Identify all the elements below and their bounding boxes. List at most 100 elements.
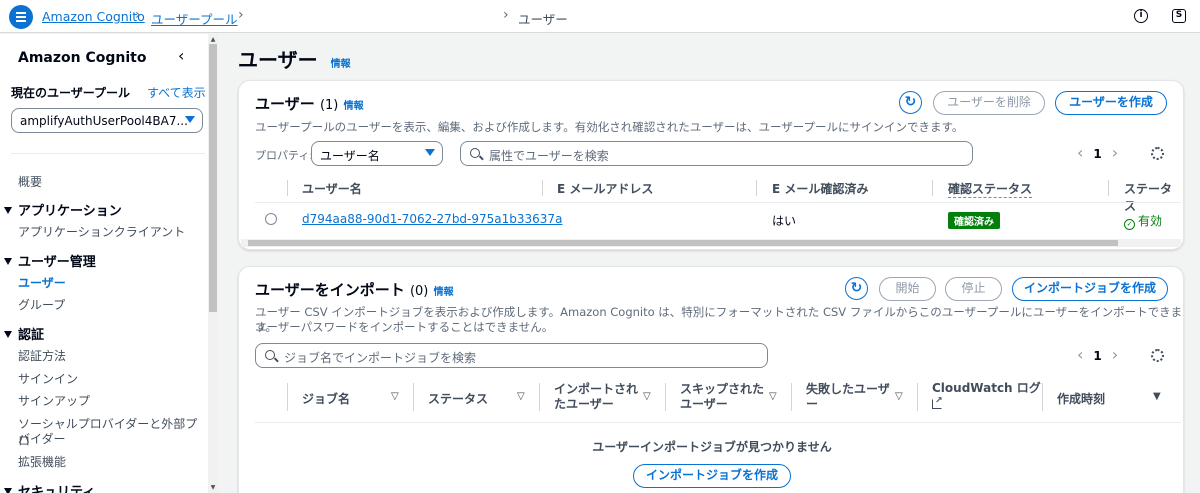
sidebar-section-label: セキュリティ [18, 485, 96, 493]
column-header-job-name[interactable]: ジョブ名 [302, 390, 350, 407]
sidebar-divider [11, 153, 205, 154]
sort-descending-icon[interactable]: ▼ [1153, 391, 1161, 402]
gear-icon[interactable] [1151, 147, 1164, 160]
chevron-left-icon[interactable]: ‹ [1077, 143, 1083, 162]
breadcrumb-user-pools[interactable]: ユーザープール [151, 9, 238, 28]
search-icon [265, 350, 275, 360]
breadcrumb-amazon-cognito[interactable]: Amazon Cognito [42, 9, 145, 24]
chevron-left-icon[interactable]: ‹ [1077, 345, 1083, 364]
sidebar-item-extensions[interactable]: 拡張機能 [18, 453, 66, 470]
show-all-link[interactable]: すべて表示 [147, 84, 206, 101]
import-page-number[interactable]: 1 [1093, 349, 1101, 363]
collapse-sidebar-icon[interactable]: ‹ [178, 46, 184, 65]
column-header-status[interactable]: ステータス [1124, 180, 1183, 214]
column-separator [542, 180, 543, 196]
import-pagination: ‹ 1 › [1077, 345, 1118, 364]
column-header-cloudwatch[interactable]: CloudWatch ログ ↗ [932, 380, 1041, 414]
chevron-right-icon[interactable]: › [1112, 143, 1118, 162]
column-header-username[interactable]: ユーザー名 [302, 180, 362, 197]
settings-shield-icon[interactable]: S [1172, 9, 1186, 23]
import-panel-title: ユーザーをインポート (0) 情報 [255, 279, 454, 300]
users-count: (1) [319, 98, 339, 113]
column-header-imported[interactable]: インポートされ たユーザー [554, 382, 638, 412]
sort-caret-icon[interactable]: ▽ [391, 391, 399, 402]
sidebar-section-auth[interactable]: 認証 [4, 324, 44, 343]
delete-user-button[interactable]: ユーザーを削除 [933, 91, 1045, 115]
sidebar-item-social-idp-line2[interactable]: バイダー [18, 430, 66, 447]
page-title-text: ユーザー [238, 48, 318, 72]
horizontal-scrollbar-thumb[interactable] [248, 240, 1118, 246]
column-separator [287, 383, 288, 411]
sidebar-section-label: ユーザー管理 [18, 255, 96, 270]
row-select-radio[interactable] [265, 213, 277, 225]
info-circle-icon[interactable]: i [1134, 9, 1148, 23]
sidebar-scrollbar-thumb[interactable] [209, 44, 217, 312]
user-search-placeholder: 属性でユーザーを検索 [489, 149, 609, 163]
users-page-number[interactable]: 1 [1093, 147, 1101, 161]
breadcrumb-current: ユーザー [518, 12, 568, 27]
create-user-button[interactable]: ユーザーを作成 [1055, 91, 1167, 115]
sort-caret-icon[interactable]: ▽ [895, 391, 903, 402]
scroll-down-arrow-icon[interactable]: ▼ [209, 484, 217, 491]
sidebar-title[interactable]: Amazon Cognito [18, 50, 146, 66]
caret-down-icon [4, 258, 12, 265]
stop-import-button[interactable]: 停止 [945, 277, 1002, 301]
column-header-skipped[interactable]: スキップされた ユーザー [680, 382, 764, 412]
refresh-import-jobs-icon[interactable]: ↻ [845, 277, 868, 300]
column-header-line: ユーザー [680, 397, 728, 411]
external-link-icon: ↗ [932, 397, 943, 409]
check-circle-icon: ✓ [1124, 219, 1135, 230]
sidebar-item-users[interactable]: ユーザー [18, 274, 66, 291]
column-separator [791, 383, 792, 411]
column-header-failed[interactable]: 失敗したユーザー [806, 382, 890, 412]
column-header-status[interactable]: ステータス [428, 390, 488, 407]
import-job-search-input[interactable]: ジョブ名でインポートジョブを検索 [255, 343, 768, 368]
sidebar-item-auth-methods[interactable]: 認証方法 [18, 347, 66, 364]
user-pool-select[interactable]: amplifyAuthUserPool4BA7... [11, 108, 203, 133]
sidebar-section-user-management[interactable]: ユーザー管理 [4, 251, 96, 270]
sort-caret-icon[interactable]: ▽ [769, 391, 777, 402]
column-separator [756, 180, 757, 196]
confirmed-status-badge: 確認済み [948, 212, 1000, 229]
table-horizontal-scrollbar[interactable] [241, 239, 1181, 247]
sidebar-item-app-clients[interactable]: アプリケーションクライアント [18, 223, 185, 240]
chevron-right-icon: › [135, 7, 141, 23]
column-header-confirmation[interactable]: 確認ステータス [948, 180, 1033, 198]
user-search-input[interactable]: 属性でユーザーを検索 [460, 141, 973, 166]
column-header-email[interactable]: E メールアドレス [557, 180, 653, 197]
create-import-job-button[interactable]: インポートジョブを作成 [1012, 277, 1168, 301]
sidebar-scrollbar[interactable]: ▲ ▼ [208, 34, 218, 493]
empty-state-create-import-job-button[interactable]: インポートジョブを作成 [633, 464, 791, 488]
column-header-line: ー [806, 397, 819, 411]
user-pool-select-value: amplifyAuthUserPool4BA7... [20, 114, 188, 128]
sidebar-section-label: アプリケーション [18, 204, 122, 219]
column-header-created[interactable]: 作成時刻 [1057, 390, 1105, 407]
refresh-users-icon[interactable]: ↻ [899, 91, 922, 114]
gear-icon[interactable] [1151, 349, 1164, 362]
column-header-email-verified[interactable]: E メール確認済み [772, 180, 868, 197]
page-info-link[interactable]: 情報 [331, 59, 351, 70]
caret-down-icon [4, 488, 12, 493]
sidebar-section-security[interactable]: セキュリティ [4, 481, 95, 493]
sort-caret-icon[interactable]: ▽ [517, 391, 525, 402]
sidebar-item-sign-up[interactable]: サインアップ [18, 392, 90, 409]
import-panel-title-text: ユーザーをインポート [255, 281, 405, 299]
sidebar-item-sign-in[interactable]: サインイン [18, 370, 78, 387]
sidebar-section-applications[interactable]: アプリケーション [4, 200, 122, 219]
users-panel: ユーザー (1) 情報 ↻ ユーザーを削除 ユーザーを作成 ユーザープールのユー… [238, 80, 1184, 250]
property-select[interactable]: ユーザー名 [311, 141, 443, 166]
users-info-link[interactable]: 情報 [344, 101, 364, 112]
sidebar-item-groups[interactable]: グループ [18, 296, 65, 313]
sidebar-item-overview[interactable]: 概要 [18, 173, 42, 190]
side-navigation: Amazon Cognito ‹ 現在のユーザープール すべて表示 amplif… [0, 34, 208, 493]
page-title: ユーザー 情報 [238, 44, 351, 73]
top-navigation-bar: Amazon Cognito › ユーザープール › › ユーザー i S [0, 0, 1200, 33]
start-import-button[interactable]: 開始 [879, 277, 936, 301]
sort-caret-icon[interactable]: ▽ [643, 391, 651, 402]
scroll-up-arrow-icon[interactable]: ▲ [209, 36, 217, 43]
chevron-right-icon[interactable]: › [1112, 345, 1118, 364]
import-info-link[interactable]: 情報 [434, 287, 454, 298]
username-link[interactable]: d794aa88-90d1-7062-27bd-975a1b33637a [302, 212, 562, 226]
column-header-line: 失敗したユーザ [806, 382, 890, 396]
menu-icon[interactable] [9, 5, 33, 29]
